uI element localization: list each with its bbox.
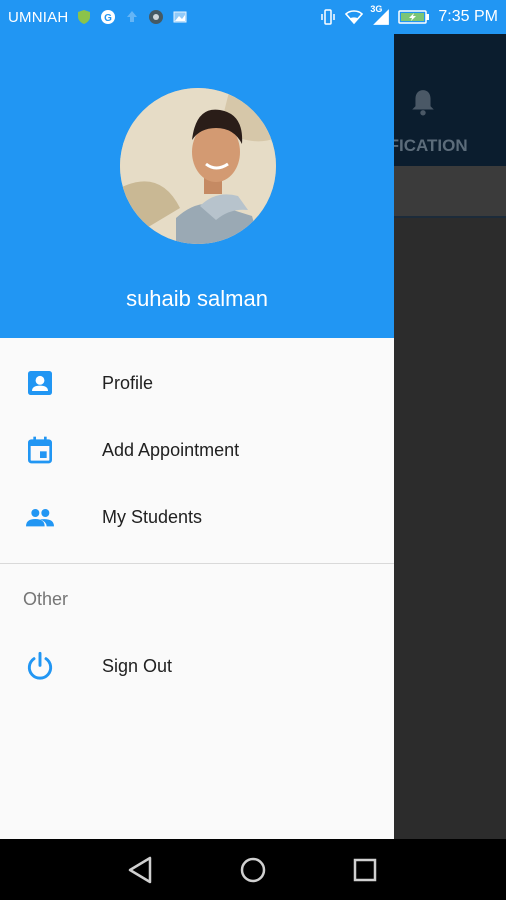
status-left: UMNIAH G (8, 9, 188, 26)
back-icon[interactable] (124, 853, 158, 887)
background-app: NOTIFICATION (394, 34, 506, 839)
avatar-image (120, 88, 276, 244)
power-icon (27, 651, 53, 680)
clock: 7:35 PM (438, 8, 498, 25)
user-name: suhaib salman (126, 286, 268, 311)
svg-text:G: G (104, 13, 112, 24)
system-navigation-bar (0, 839, 506, 900)
section-title-other: Other (23, 589, 69, 609)
vibrate-icon (321, 9, 336, 25)
menu-item-label: Add Appointment (102, 440, 240, 460)
calendar-icon (28, 436, 52, 464)
background-tab-label: NOTIFICATION (394, 136, 506, 156)
menu-item-sign-out[interactable]: Sign Out (0, 633, 394, 700)
wifi-icon (345, 10, 364, 25)
menu-item-my-students[interactable]: My Students (0, 484, 394, 551)
menu-item-profile[interactable]: Profile (0, 350, 394, 417)
menu-item-label: Profile (102, 373, 154, 393)
avatar[interactable] (120, 88, 276, 244)
background-app-bar: NOTIFICATION (394, 34, 506, 166)
carrier-name: UMNIAH (8, 8, 69, 26)
upload-icon (127, 11, 138, 22)
google-icon: G (101, 10, 116, 24)
status-bar: UMNIAH G 3G 7:35 PM (0, 0, 506, 34)
menu-item-add-appointment[interactable]: Add Appointment (0, 417, 394, 484)
cell-signal: 3G (370, 4, 390, 26)
account-box-icon (28, 371, 52, 395)
drawer-header: suhaib salman (0, 34, 394, 338)
menu-divider (0, 563, 394, 564)
background-tab-text: NOTIFICATION (394, 136, 468, 155)
status-right: 3G 7:35 PM (320, 4, 498, 26)
battery-charging-icon (398, 10, 430, 24)
home-icon[interactable] (236, 853, 270, 887)
background-strip (394, 166, 506, 218)
recents-icon[interactable] (348, 853, 382, 887)
people-icon (26, 509, 54, 527)
menu-item-label: My Students (102, 507, 203, 527)
navigation-drawer: suhaib salman Profile Add Appointment My… (0, 34, 394, 839)
shield-icon (78, 10, 91, 24)
bell-icon (412, 90, 434, 116)
photo-app-icon (149, 10, 164, 24)
menu-item-label: Sign Out (102, 656, 173, 676)
network-type: 3G (370, 4, 383, 14)
image-icon (173, 11, 187, 23)
background-body (394, 218, 506, 839)
